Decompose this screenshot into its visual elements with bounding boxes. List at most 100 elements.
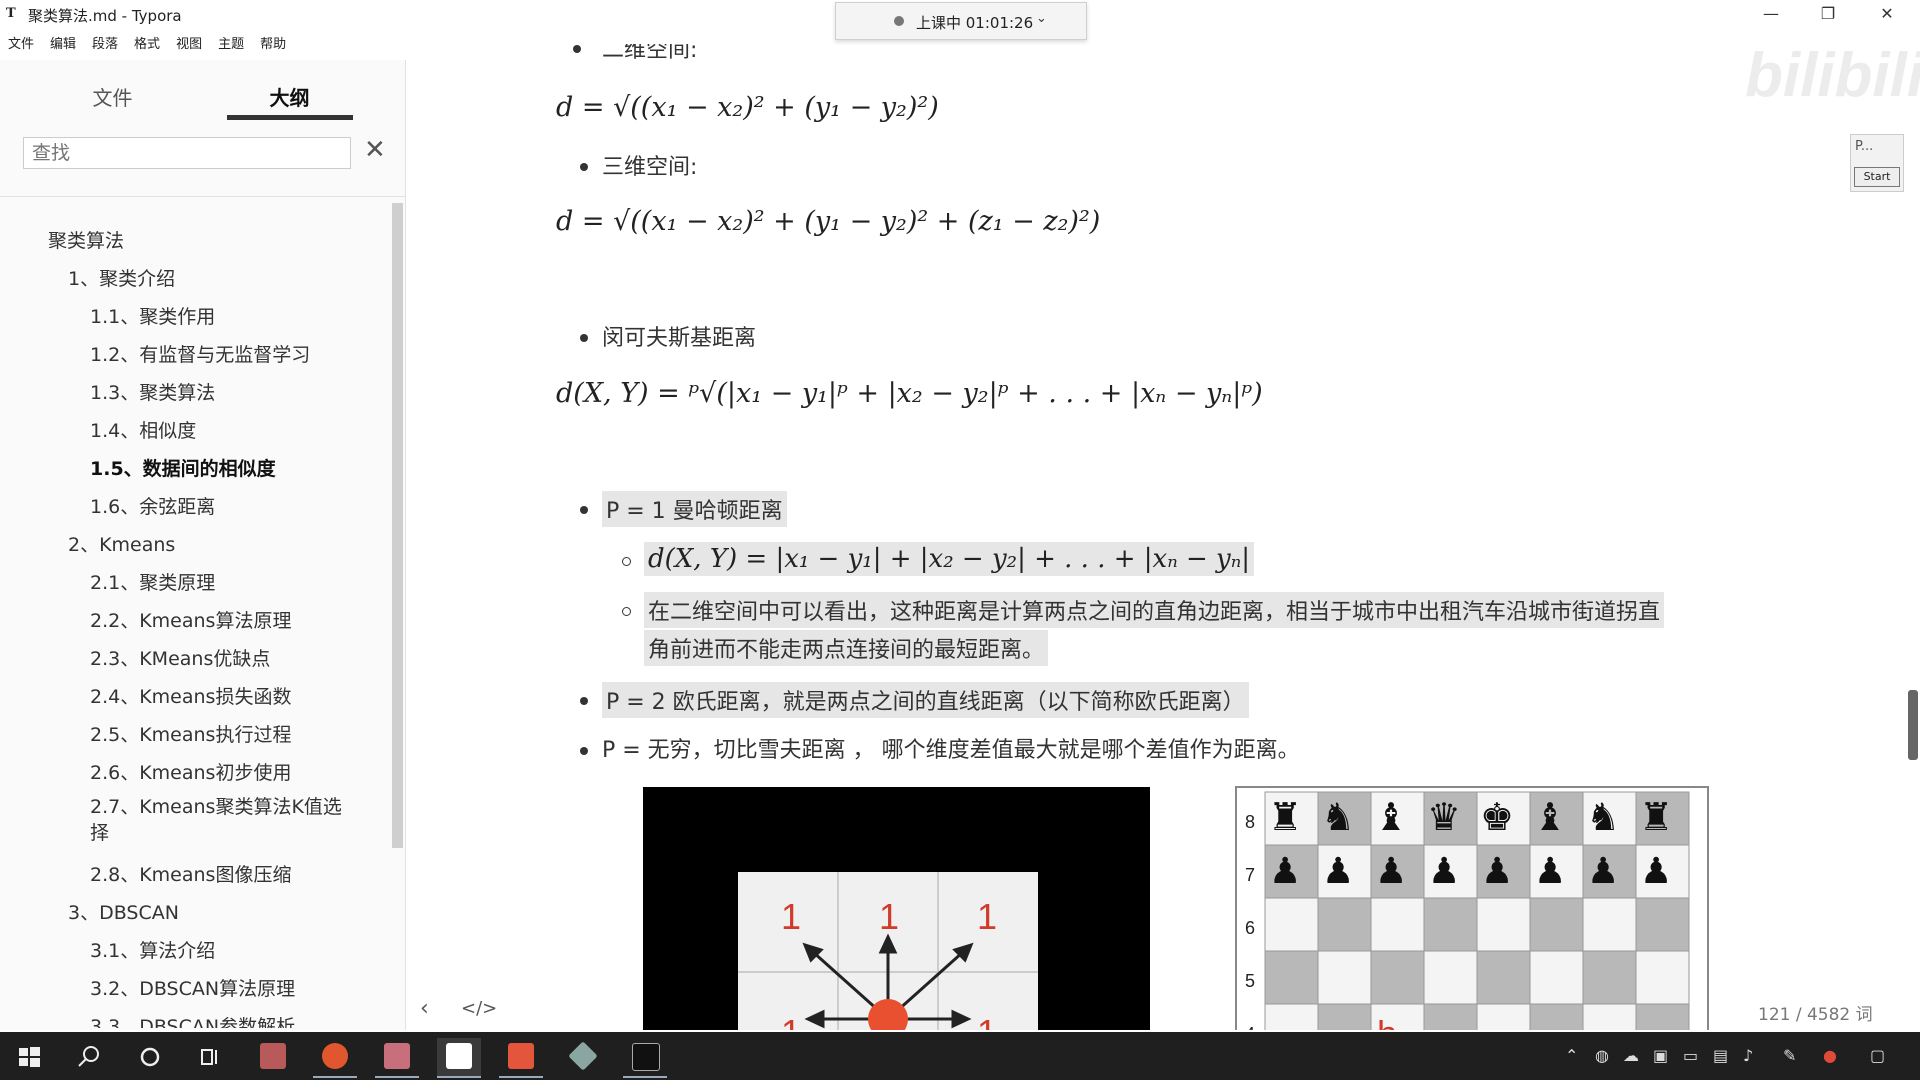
maximize-button[interactable]: ❐ xyxy=(1805,2,1851,26)
outline-search-input[interactable] xyxy=(23,137,351,169)
taskbar-app-typora-icon[interactable] xyxy=(437,1038,481,1078)
outline-item[interactable]: 2、Kmeans xyxy=(68,530,175,557)
floating-widget[interactable]: P... Start xyxy=(1850,134,1904,192)
outline-item[interactable]: 1.2、有监督与无监督学习 xyxy=(90,340,310,367)
chess-pawn: ♟ xyxy=(1269,851,1301,892)
tab-files[interactable]: 文件 xyxy=(50,82,175,111)
outline-item[interactable]: 2.2、Kmeans算法原理 xyxy=(90,606,291,633)
menu-theme[interactable]: 主题 xyxy=(214,30,248,55)
bullet-p2-euclidean: P = 2 欧氏距离，就是两点之间的直线距离（以下简称欧氏距离） xyxy=(602,682,1249,718)
taskbar-app-vm-icon[interactable] xyxy=(561,1038,605,1078)
window-title: 聚类算法.md - Typora xyxy=(28,7,182,25)
sidebar-scrollbar[interactable] xyxy=(392,203,403,848)
chess-knight: ♞ xyxy=(1321,795,1355,839)
pen-icon[interactable]: ✎ xyxy=(1783,1046,1796,1065)
sidebar-divider xyxy=(0,196,405,197)
taskbar-app-paint-icon[interactable] xyxy=(375,1038,419,1078)
grid-number: 1 xyxy=(977,896,997,937)
editor-content[interactable]: 二维空间: d = √((x₁ − x₂)² + (y₁ − y₂)²) 三维空… xyxy=(406,30,1886,1030)
outline-item[interactable]: 1.4、相似度 xyxy=(90,416,196,443)
right-edge-handle[interactable] xyxy=(1908,690,1918,760)
outline-item[interactable]: 3.2、DBSCAN算法原理 xyxy=(90,974,295,1001)
menu-file[interactable]: 文件 xyxy=(4,30,38,55)
menu-paragraph[interactable]: 段落 xyxy=(88,30,122,55)
taskbar-app-terminal-icon[interactable] xyxy=(623,1038,667,1078)
windows-start-icon[interactable] xyxy=(16,1044,42,1070)
active-tab-indicator xyxy=(227,115,353,120)
battery-icon[interactable]: ▭ xyxy=(1683,1046,1698,1065)
notification-icon[interactable]: ▢ xyxy=(1870,1046,1885,1065)
chevron-down-icon[interactable]: ⌄ xyxy=(1036,11,1047,26)
menu-edit[interactable]: 编辑 xyxy=(46,30,80,55)
start-button[interactable]: Start xyxy=(1854,167,1900,187)
cortana-icon[interactable] xyxy=(137,1044,163,1070)
chevron-left-icon[interactable]: ‹ xyxy=(420,996,429,1021)
outline-item[interactable]: 1.1、聚类作用 xyxy=(90,302,215,329)
outline-item[interactable]: 2.8、Kmeans图像压缩 xyxy=(90,860,291,887)
chess-pawn: ♟ xyxy=(1375,851,1407,892)
source-code-toggle-icon[interactable]: </> xyxy=(461,998,497,1019)
tray-app-icon[interactable]: ◍ xyxy=(1595,1046,1609,1065)
outline-item[interactable]: 聚类算法 xyxy=(48,226,124,253)
outline-item[interactable]: 1、聚类介绍 xyxy=(68,264,175,291)
outline-list: 聚类算法 1、聚类介绍 1.1、聚类作用 1.2、有监督与无监督学习 1.3、聚… xyxy=(0,208,390,1028)
tray-chevron-up-icon[interactable]: ⌃ xyxy=(1565,1046,1578,1065)
network-icon[interactable]: ▤ xyxy=(1713,1046,1728,1065)
close-icon[interactable]: ✕ xyxy=(364,135,386,165)
grid-number: 1 xyxy=(879,896,899,937)
menu-help[interactable]: 帮助 xyxy=(256,30,290,55)
chess-square xyxy=(1582,897,1637,952)
input-method-icon[interactable]: ● xyxy=(1823,1046,1837,1065)
onedrive-icon[interactable]: ☁ xyxy=(1623,1046,1639,1065)
word-count[interactable]: 121 / 4582 词 xyxy=(1758,1000,1873,1025)
outline-item[interactable]: 2.7、Kmeans聚类算法K值选择 xyxy=(90,794,360,846)
bullet-dot xyxy=(580,697,588,705)
heading-2d-space: 二维空间: xyxy=(602,38,698,63)
bullet-dot xyxy=(580,334,588,342)
volume-icon[interactable]: ♪ xyxy=(1743,1046,1753,1065)
tray-device-icon[interactable]: ▣ xyxy=(1653,1046,1668,1065)
taskbar-app-powerpoint-icon[interactable] xyxy=(499,1038,543,1078)
chess-square xyxy=(1476,897,1531,952)
typora-app-icon: T xyxy=(6,6,16,21)
chess-square xyxy=(1317,897,1372,952)
menu-format[interactable]: 格式 xyxy=(130,30,164,55)
outline-item[interactable]: 2.3、KMeans优缺点 xyxy=(90,644,270,671)
minimize-button[interactable]: — xyxy=(1748,2,1794,26)
sub-bullet-circle xyxy=(622,557,631,566)
chess-king: ♚ xyxy=(1480,795,1514,839)
menu-view[interactable]: 视图 xyxy=(172,30,206,55)
outline-item[interactable]: 2.4、Kmeans损失函数 xyxy=(90,682,291,709)
outline-item[interactable]: 3.3、DBSCAN参数解析 xyxy=(90,1012,295,1028)
status-bar: ‹ </> 121 / 4582 词 xyxy=(406,990,1886,1030)
chess-pawn: ♟ xyxy=(1640,851,1672,892)
outline-item[interactable]: 2.6、Kmeans初步使用 xyxy=(90,758,291,785)
rank-label: 8 xyxy=(1245,812,1255,832)
outline-item[interactable]: 2.1、聚类原理 xyxy=(90,568,215,595)
outline-item[interactable]: 3.1、算法介绍 xyxy=(90,936,215,963)
chess-square xyxy=(1264,897,1319,952)
outline-item[interactable]: 3、DBSCAN xyxy=(68,898,179,925)
taskbar-app-files-icon[interactable] xyxy=(251,1038,295,1078)
tab-outline[interactable]: 大纲 xyxy=(227,82,352,111)
rank-label: 7 xyxy=(1245,865,1255,885)
windows-taskbar: ⌃ ◍ ☁ ▣ ▭ ▤ ♪ ✎ ● ▢ xyxy=(0,1032,1920,1080)
outline-item-active[interactable]: 1.5、数据间的相似度 xyxy=(90,454,276,481)
formula-p1: d(X, Y) = |x₁ − y₁| + |x₂ − y₂| + . . . … xyxy=(644,542,1255,576)
outline-item[interactable]: 1.6、余弦距离 xyxy=(90,492,215,519)
bullet-3d-space: 三维空间: xyxy=(602,155,698,180)
bullet-dot xyxy=(580,506,588,514)
task-view-icon[interactable] xyxy=(197,1044,223,1070)
close-window-button[interactable]: ✕ xyxy=(1864,2,1910,26)
sidebar: 文件 大纲 ✕ 聚类算法 1、聚类介绍 1.1、聚类作用 1.2、有监督与无监督… xyxy=(0,60,406,1030)
chess-queen: ♛ xyxy=(1427,795,1461,839)
search-icon[interactable] xyxy=(76,1044,102,1070)
bullet-p1-manhattan: P = 1 曼哈顿距离 xyxy=(602,491,787,527)
p1-note-line1: 在二维空间中可以看出，这种距离是计算两点之间的直角边距离，相当于城市中出租汽车沿… xyxy=(644,592,1665,628)
outline-item[interactable]: 2.5、Kmeans执行过程 xyxy=(90,720,291,747)
taskbar-app-chrome-icon[interactable] xyxy=(313,1038,357,1078)
formula-minkowski: d(X, Y) = ᵖ√(|x₁ − y₁|ᵖ + |x₂ − y₂|ᵖ + .… xyxy=(556,378,1263,409)
outline-item[interactable]: 1.3、聚类算法 xyxy=(90,378,215,405)
chess-pawn: ♟ xyxy=(1322,851,1354,892)
p1-note-line2: 角前进而不能走两点连接间的最短距离。 xyxy=(644,630,1049,666)
